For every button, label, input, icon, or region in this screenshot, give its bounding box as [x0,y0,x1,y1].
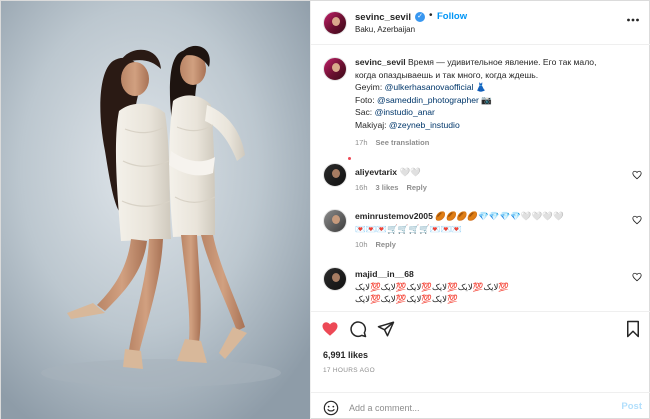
share-icon[interactable] [377,320,395,338]
commenter-avatar[interactable] [323,209,347,233]
geyim-label: Geyim: [355,82,385,92]
see-translation-button[interactable]: See translation [376,138,430,147]
comment-username[interactable]: majid__in__68 [355,269,414,279]
unread-indicator [348,157,351,160]
post-sidebar: sevinc_sevil ✓ • Follow Baku, Azerbaijan… [310,1,650,419]
comment-body-line-1: 🏉🏉🏉🏉💎💎💎💎🤍🤍🤍🤍 [435,211,564,221]
comment-heart-icon[interactable] [632,272,642,282]
comment-username[interactable]: eminrustemov2005 [355,211,433,221]
post-photo[interactable] [1,1,310,419]
mention-link[interactable]: @ulkerhasanovaofficial [385,82,474,92]
comment-input[interactable] [349,399,599,417]
foto-label: Foto: [355,94,377,105]
bookmark-icon[interactable] [624,320,642,338]
post-comment-button[interactable]: Post [621,401,642,412]
likes-count[interactable]: 6,991 likes [323,350,368,360]
comment-text: aliyevtarix 🤍🤍 [355,166,625,179]
comment-body-line-2: 💌💌💌🛒🛒🛒🛒💌💌💌 [355,223,463,234]
mention-link[interactable]: @zeyneb_instudio [389,120,460,130]
commenter-avatar[interactable] [323,267,347,291]
dress-emoji: 👗 [475,82,487,92]
heart-filled-icon[interactable] [321,320,339,338]
comment-body: 🤍🤍 [399,167,421,177]
comment-username[interactable]: aliyevtarix [355,167,397,177]
post-header: sevinc_sevil ✓ • Follow Baku, Azerbaijan [311,1,650,45]
post-location[interactable]: Baku, Azerbaijan [355,25,415,34]
sac-label: Sac: [355,107,375,117]
comments-section[interactable]: sevinc_sevil Время — удивительное явлени… [311,45,650,311]
author-username[interactable]: sevinc_sevil [355,12,411,23]
comment-meta: 16h 3 likes Reply [355,183,427,192]
caption-meta: 17h See translation [355,138,429,147]
commenter-avatar[interactable] [323,163,347,187]
comment-heart-icon[interactable] [632,170,642,180]
post-time-ago: 17 HOURS AGO [323,367,376,374]
comment-icon[interactable] [349,320,367,338]
mention-link[interactable]: @instudio_anar [375,107,435,117]
comment-time: 16h [355,183,368,192]
action-bar: 6,991 likes 17 HOURS AGO Post [311,311,650,419]
smiley-icon[interactable] [323,400,339,416]
caption-text: sevinc_sevil Время — удивительное явлени… [355,56,640,131]
comment-text: majid__in__68 لایک💯لایک💯لایک💯لایک💯لایک💯ل… [355,268,625,306]
caption-line-2: когда опаздываешь и так много, когда жде… [355,69,539,80]
photo-illustration [1,1,310,419]
mention-link[interactable]: @sameddin_photographer [377,95,479,105]
comment-likes[interactable]: 3 likes [376,183,399,192]
comment-body-line-2: لایک💯لایک💯لایک💯لایک💯 [355,294,458,304]
reply-button[interactable]: Reply [406,183,426,192]
caption-line-1: Время — удивительное явление. Его так ма… [408,57,597,67]
caption-time: 17h [355,138,368,147]
separator-dot: • [429,10,433,21]
instagram-post: sevinc_sevil ✓ • Follow Baku, Azerbaijan… [0,0,650,419]
verified-badge-icon: ✓ [415,12,425,22]
author-avatar[interactable] [323,11,347,35]
add-comment-bar: Post [311,392,650,419]
comment-heart-icon[interactable] [632,215,642,225]
camera-emoji: 📷 [481,94,492,105]
makiyaj-label: Makiyaj: [355,119,389,130]
reply-button[interactable]: Reply [376,240,396,249]
more-horizontal-icon[interactable] [626,13,640,27]
follow-button[interactable]: Follow [437,11,467,22]
comment-meta: 10h Reply [355,240,396,249]
caption-author-avatar[interactable] [323,57,347,81]
comment-text: eminrustemov2005 🏉🏉🏉🏉💎💎💎💎🤍🤍🤍🤍 💌💌💌🛒🛒🛒🛒💌💌💌 [355,210,625,235]
comment-body-line-1: لایک💯لایک💯لایک💯لایک💯لایک💯لایک💯 [355,281,510,292]
comment-time: 10h [355,240,368,249]
caption-username[interactable]: sevinc_sevil [355,57,406,67]
